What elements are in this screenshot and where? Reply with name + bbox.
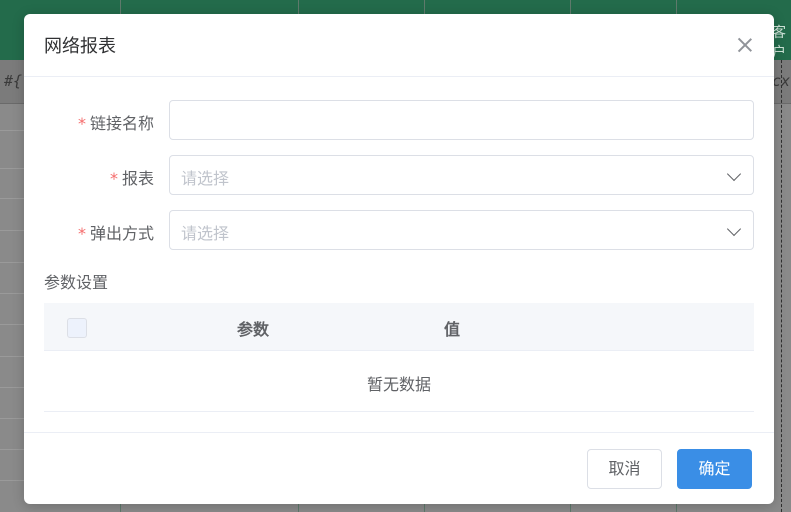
close-icon[interactable] [734, 34, 756, 56]
column-header-param: 参数 [237, 320, 270, 339]
column-header-text: 客户 [772, 25, 786, 61]
required-asterisk: * [77, 114, 86, 133]
report-select[interactable]: 请选择 [169, 155, 754, 195]
dialog-header: 网络报表 [24, 14, 774, 77]
link-name-row: * 链接名称 [24, 100, 774, 140]
row-divider [0, 356, 24, 357]
row-divider [0, 262, 24, 263]
footer-divider [24, 432, 774, 433]
popup-mode-row: * 弹出方式 请选择 [24, 210, 774, 250]
row-divider [0, 230, 24, 231]
page-break-line [781, 60, 782, 512]
popup-mode-label: * 弹出方式 [77, 224, 154, 243]
required-asterisk: * [109, 169, 118, 188]
row-divider [0, 130, 24, 131]
empty-table-text: 暂无数据 [366, 375, 431, 394]
popup-mode-select[interactable]: 请选择 [169, 210, 754, 250]
chevron-down-icon [726, 166, 742, 182]
row-divider [0, 293, 24, 294]
params-table: 参数 值 暂无数据 [44, 303, 754, 412]
row-divider [0, 418, 24, 419]
row-divider [0, 449, 24, 450]
network-report-dialog: 网络报表 * 链接名称 * 报表 请选择 * 弹出方式 请选择 参数设置 参数 值 暂… [24, 14, 774, 504]
params-table-header: 参数 值 [44, 303, 754, 351]
params-section-title: 参数设置 [44, 273, 109, 292]
row-divider [0, 198, 24, 199]
report-row: * 报表 请选择 [24, 155, 774, 195]
row-divider [0, 168, 24, 169]
confirm-button[interactable]: 确定 [677, 449, 752, 489]
select-all-checkbox[interactable] [67, 318, 87, 338]
dialog-title: 网络报表 [44, 36, 116, 57]
popup-mode-select-placeholder: 请选择 [181, 224, 230, 243]
chevron-down-icon [726, 221, 742, 237]
row-divider [0, 387, 24, 388]
column-header-value: 值 [444, 320, 461, 339]
report-label: * 报表 [109, 169, 154, 188]
required-asterisk: * [77, 224, 86, 243]
link-name-label: * 链接名称 [77, 114, 154, 133]
report-select-placeholder: 请选择 [181, 169, 230, 188]
row-divider [0, 324, 24, 325]
link-name-input[interactable] [169, 100, 754, 140]
row-divider [0, 480, 24, 481]
cancel-button[interactable]: 取消 [587, 449, 662, 489]
